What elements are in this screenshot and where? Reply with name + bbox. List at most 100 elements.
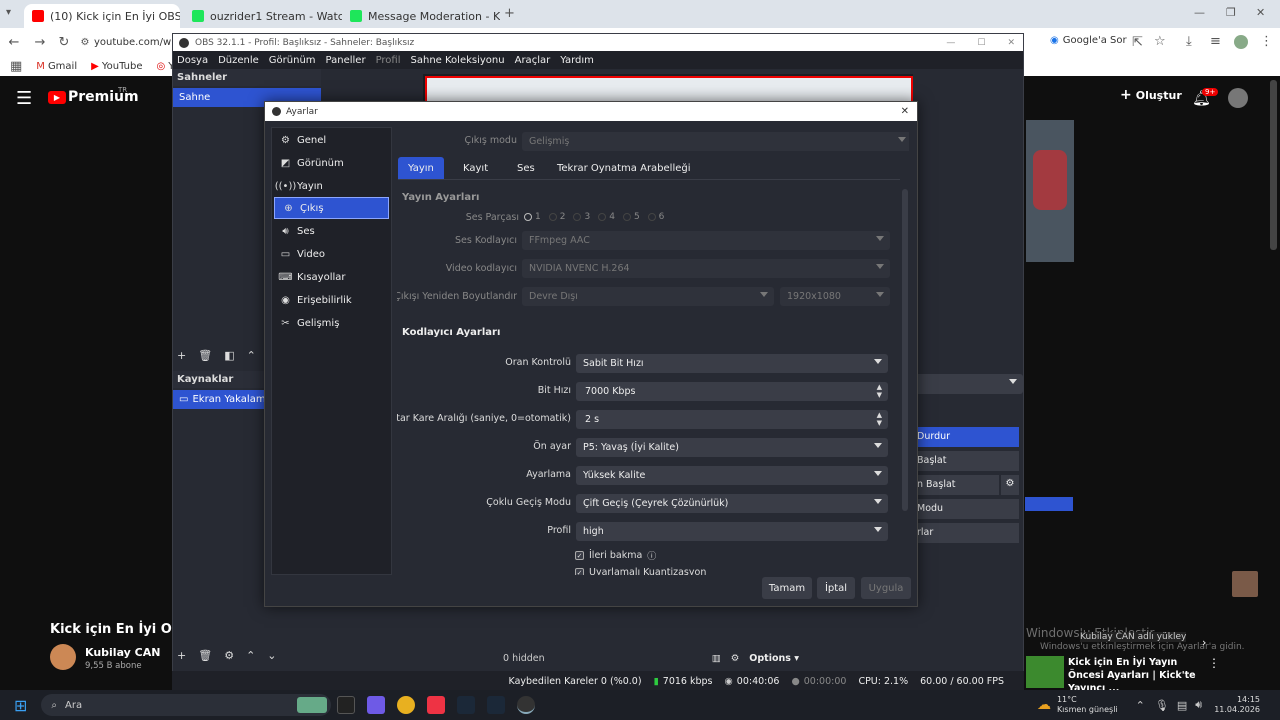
menu-yardim[interactable]: Yardım (560, 55, 594, 66)
chevron-right-icon[interactable]: › (1202, 636, 1206, 649)
move-up-icon[interactable]: ⌃ (247, 349, 256, 362)
keyframe-interval-input[interactable]: 2 s ▲ ▼ (576, 410, 888, 429)
preset-select[interactable]: P5: Yavaş (İyi Kalite) (576, 438, 888, 457)
profile-avatar[interactable] (1234, 35, 1248, 49)
menu-duzenle[interactable]: Düzenle (218, 55, 259, 66)
sidebar-item-ses[interactable]: 🔊︎ Ses (272, 220, 391, 242)
apps-grid-icon[interactable]: ▦ (10, 59, 22, 74)
channel-avatar[interactable] (50, 644, 76, 670)
forward-icon[interactable]: → (28, 35, 52, 50)
rescale-select[interactable]: Devre Dışı (522, 287, 774, 306)
source-settings-icon[interactable]: ⚙ (224, 649, 234, 662)
audio-track-1[interactable]: 1 (524, 212, 541, 222)
hamburger-menu-icon[interactable]: ☰ (16, 88, 32, 109)
menu-profil[interactable]: Profil (376, 55, 401, 66)
back-icon[interactable]: ← (0, 35, 28, 50)
copilot-icon[interactable] (367, 696, 386, 714)
create-button[interactable]: + Oluştur (1120, 88, 1182, 102)
youtube-logo-text[interactable]: Premium (68, 89, 139, 105)
bookmark-star-icon[interactable]: ☆ (1154, 34, 1166, 49)
tab-ses[interactable]: Ses (507, 157, 545, 179)
maximize-window-icon[interactable]: ❐ (1226, 6, 1236, 19)
tab-search-icon[interactable]: ▾ (6, 7, 11, 18)
minimize-window-icon[interactable]: — (1194, 6, 1205, 19)
tab-replay-buffer[interactable]: Tekrar Oynatma Arabelleği (547, 157, 701, 179)
page-scrollbar[interactable] (1270, 80, 1277, 250)
spinner-arrows-icon[interactable]: ▲ ▼ (877, 411, 882, 427)
settings-scrollbar[interactable] (902, 189, 908, 511)
audio-track-4[interactable]: 4 (598, 212, 615, 222)
menu-dosya[interactable]: Dosya (177, 55, 208, 66)
channel-avatar[interactable] (1228, 88, 1248, 108)
add-scene-icon[interactable]: + (177, 349, 186, 362)
download-icon[interactable]: ⤓ (1186, 34, 1192, 49)
menu-sahne-koleksiyonu[interactable]: Sahne Koleksiyonu (411, 55, 505, 66)
audio-track-5[interactable]: 5 (622, 212, 640, 222)
audio-track-6[interactable]: 6 (647, 212, 664, 222)
mixer-settings-icon[interactable]: ⚙ (731, 653, 740, 664)
volume-icon[interactable]: 🔊︎ (1195, 698, 1202, 712)
studio-mode-button[interactable]: Modu (917, 499, 1019, 519)
reload-icon[interactable]: ↻ (52, 35, 76, 50)
virtualcam-settings-icon[interactable]: ⚙ (1001, 475, 1019, 495)
install-icon[interactable]: ⇱ (1132, 35, 1143, 50)
rate-control-select[interactable]: Sabit Bit Hızı (576, 354, 888, 373)
mixer-layout-icon[interactable]: ▥ (712, 653, 721, 664)
weather-widget[interactable]: 11°C Kısmen güneşli (1057, 695, 1118, 715)
audio-encoder-select[interactable]: FFmpeg AAC (522, 231, 890, 250)
task-view-icon[interactable] (337, 696, 356, 714)
address-bar[interactable]: youtube.com/w (94, 37, 171, 48)
sidebar-item-genel[interactable]: ⚙ Genel (272, 129, 391, 151)
browser-tab-youtube[interactable]: (10) Kick için En İyi OBS Ya (24, 4, 180, 28)
browser-tab-kick-stream[interactable]: ouzrider1 Stream - Watch Live (184, 4, 342, 28)
microphone-icon[interactable]: 🎙︎ (1155, 699, 1169, 712)
output-mode-select[interactable]: Gelişmiş (522, 132, 909, 151)
site-info-icon[interactable]: ⚙ (76, 37, 94, 48)
video-encoder-select[interactable]: NVIDIA NVENC H.264 (522, 259, 890, 278)
close-window-icon[interactable]: ✕ (1256, 6, 1265, 19)
new-tab-button[interactable]: + (504, 6, 515, 21)
google-ask-button[interactable]: ◉ Google'a Sor (1050, 35, 1127, 46)
audio-track-2[interactable]: 2 (548, 212, 565, 222)
help-icon[interactable]: ⓘ (647, 549, 656, 562)
steam-icon[interactable] (457, 696, 476, 714)
more-options-icon[interactable]: ⋮ (1208, 656, 1220, 670)
bookmark-gmail[interactable]: M Gmail (36, 61, 77, 72)
add-source-icon[interactable]: + (177, 649, 186, 662)
start-virtualcam-button[interactable]: n Başlat (917, 475, 999, 495)
steam-icon-2[interactable] (487, 696, 506, 714)
sidebar-item-erisebilirlik[interactable]: ◉ Erişebilirlik (272, 289, 391, 311)
cancel-button[interactable]: İptal (817, 577, 855, 599)
playlist-icon[interactable]: ≡ (1210, 34, 1221, 49)
bitrate-input[interactable]: 7000 Kbps ▲ ▼ (576, 382, 888, 401)
sidebar-item-gelismis[interactable]: ✂ Gelişmiş (272, 312, 391, 334)
transition-combo[interactable] (913, 374, 1023, 394)
obs-maximize-icon[interactable]: ☐ (977, 38, 985, 48)
windows-start-icon[interactable]: ⊞ (14, 696, 27, 715)
sidebar-item-cikis[interactable]: ⊕ Çıkış (274, 197, 389, 219)
spinner-arrows-icon[interactable]: ▲ ▼ (877, 383, 882, 399)
chrome-icon[interactable] (397, 696, 416, 714)
settings-close-icon[interactable]: ✕ (901, 106, 917, 117)
stop-stream-button[interactable]: Durdur (917, 427, 1019, 447)
menu-gorunum[interactable]: Görünüm (269, 55, 316, 66)
rescale-resolution-select[interactable]: 1920x1080 (780, 287, 890, 306)
lookahead-checkbox[interactable]: ✓ İleri bakma ⓘ (575, 549, 656, 562)
sidebar-item-video[interactable]: ▭ Video (272, 243, 391, 265)
audio-track-3[interactable]: 3 (573, 212, 590, 222)
adaptive-quant-checkbox[interactable]: ✓ Uyarlamalı Kuantizasyon (575, 567, 706, 575)
scene-filters-icon[interactable]: ◧ (224, 349, 234, 362)
remove-source-icon[interactable]: 🗑︎ (198, 649, 212, 662)
tuning-select[interactable]: Yüksek Kalite (576, 466, 888, 485)
profile-select[interactable]: high (576, 522, 888, 541)
ok-button[interactable]: Tamam (762, 577, 812, 599)
menu-paneller[interactable]: Paneller (326, 55, 366, 66)
obs-minimize-icon[interactable]: — (946, 38, 955, 48)
network-icon[interactable]: ▤ (1177, 699, 1187, 712)
sidebar-item-kisayollar[interactable]: ⌨ Kısayollar (272, 266, 391, 288)
taskbar-clock[interactable]: 14:15 11.04.2026 (1214, 695, 1260, 715)
move-down-icon[interactable]: ⌄ (267, 649, 276, 662)
side-item-thumbnail[interactable] (1026, 656, 1064, 688)
bookmark-youtube[interactable]: ▶ YouTube (91, 61, 142, 72)
app-icon[interactable] (427, 696, 446, 714)
